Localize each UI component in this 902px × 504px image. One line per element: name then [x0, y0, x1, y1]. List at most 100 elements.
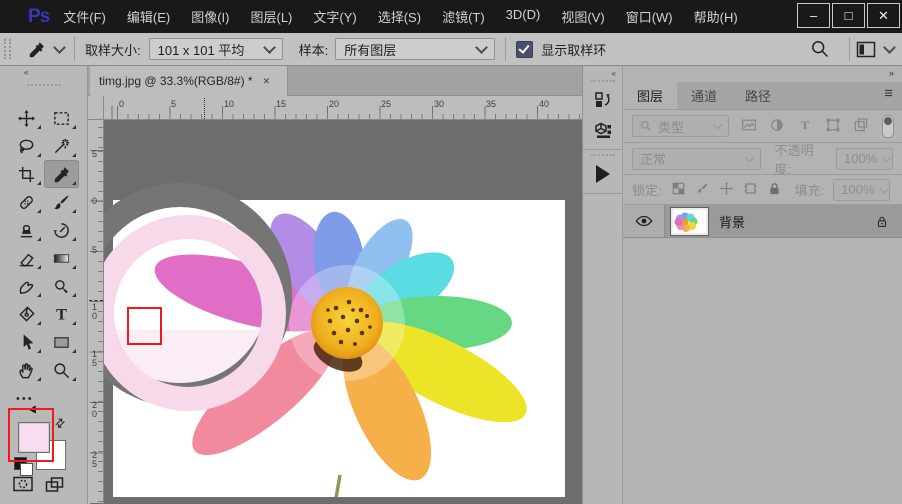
rectangular-marquee-tool[interactable]	[44, 104, 79, 132]
move-tool[interactable]	[9, 104, 44, 132]
photoshop-window: Ps 文件(F) 编辑(E) 图像(I) 图层(L) 文字(Y) 选择(S) 滤…	[0, 0, 902, 504]
filter-type-layers-icon[interactable]: T	[797, 117, 813, 136]
menu-filter[interactable]: 滤镜(T)	[442, 7, 485, 26]
tab-layers[interactable]: 图层	[623, 82, 677, 109]
filter-smart-objects-icon[interactable]	[853, 117, 869, 136]
gradient-tool[interactable]	[44, 244, 79, 272]
lock-transparency-icon[interactable]	[671, 181, 686, 199]
ruler-number: 20	[90, 401, 99, 419]
lock-position-icon[interactable]	[719, 181, 734, 199]
hand-tool[interactable]	[9, 356, 44, 384]
opacity-value: 100%	[844, 151, 877, 166]
actions-panel-icon[interactable]	[583, 159, 622, 189]
ruler-number: 5	[171, 99, 176, 109]
sample-dropdown[interactable]: 所有图层	[335, 38, 495, 60]
eraser-tool[interactable]	[9, 244, 44, 272]
3d-panel-icon[interactable]	[583, 115, 622, 145]
ruler-number: 30	[434, 99, 444, 109]
filter-adjustment-layers-icon[interactable]	[769, 117, 785, 136]
menu-edit[interactable]: 编辑(E)	[127, 7, 170, 26]
menu-layer[interactable]: 图层(L)	[250, 7, 292, 26]
history-brush-tool[interactable]	[44, 216, 79, 244]
canvas[interactable]	[104, 120, 582, 504]
svg-text:T: T	[801, 118, 809, 132]
document-tab[interactable]: timg.jpg @ 33.3%(RGB/8#) * ✕	[90, 66, 288, 96]
crop-tool[interactable]	[9, 160, 44, 188]
layer-thumbnail[interactable]	[671, 208, 708, 235]
search-icon[interactable]	[810, 39, 830, 59]
eyedropper-icon[interactable]	[27, 40, 46, 59]
tab-channels[interactable]: 通道	[677, 82, 731, 109]
zoom-tool[interactable]	[44, 356, 79, 384]
lock-all-icon[interactable]	[767, 181, 782, 199]
panel-layout-icon[interactable]	[856, 41, 876, 58]
chevron-down-icon	[263, 41, 276, 54]
show-ring-checkbox[interactable]	[516, 41, 533, 58]
shape-tool[interactable]	[44, 328, 79, 356]
ruler-number: 0	[90, 197, 99, 206]
dodge-tool[interactable]	[44, 272, 79, 300]
path-selection-tool[interactable]	[9, 328, 44, 356]
screen-mode-button[interactable]	[44, 475, 66, 495]
blend-mode-row: 正常 不透明度: 100%	[623, 143, 902, 175]
eyedropper-tool[interactable]	[44, 160, 79, 188]
layer-visibility-toggle[interactable]	[623, 205, 665, 237]
brush-tool[interactable]	[44, 188, 79, 216]
divider	[583, 193, 622, 194]
sample-size-dropdown[interactable]: 101 x 101 平均	[149, 38, 283, 60]
quick-mask-button[interactable]	[12, 474, 34, 494]
show-ring-label[interactable]: 显示取样环	[541, 40, 606, 59]
workspace-chevron-icon[interactable]	[883, 41, 896, 54]
menu-window[interactable]: 窗口(W)	[626, 7, 673, 26]
filter-toggle-icon[interactable]	[882, 115, 894, 138]
smudge-tool[interactable]	[9, 272, 44, 300]
document-tab-bar: timg.jpg @ 33.3%(RGB/8#) * ✕	[88, 66, 582, 96]
blend-mode-dropdown[interactable]: 正常	[632, 148, 761, 170]
chevron-down-icon	[713, 120, 723, 130]
separator	[74, 37, 75, 61]
lock-artboard-icon[interactable]	[743, 181, 758, 199]
expand-panels-icon[interactable]: «	[583, 66, 622, 78]
layer-name[interactable]: 背景	[719, 212, 745, 231]
menu-type[interactable]: 文字(Y)	[313, 7, 356, 26]
filter-pixel-layers-icon[interactable]	[741, 117, 757, 136]
menu-3d[interactable]: 3D(D)	[506, 7, 541, 26]
pen-tool[interactable]	[9, 300, 44, 328]
sample-label: 样本:	[299, 40, 329, 59]
tab-paths[interactable]: 路径	[731, 82, 785, 109]
eye-icon	[635, 214, 653, 228]
menu-image[interactable]: 图像(I)	[191, 7, 229, 26]
separator	[849, 37, 850, 61]
swap-colors-icon[interactable]: ⇄	[52, 414, 69, 431]
horizontal-ruler: 0 5 10 15 20 25 30 35 40	[104, 96, 582, 120]
clone-stamp-tool[interactable]	[9, 216, 44, 244]
sample-size-label: 取样大小:	[85, 40, 141, 59]
lock-pixels-icon[interactable]	[695, 181, 710, 199]
type-tool[interactable]: T	[44, 300, 79, 328]
menu-view[interactable]: 视图(V)	[561, 7, 604, 26]
photoshop-logo: Ps	[28, 6, 49, 28]
lasso-tool[interactable]	[9, 132, 44, 160]
tool-preset-chevron-icon[interactable]	[53, 41, 66, 54]
filter-type-dropdown[interactable]: 类型	[632, 115, 729, 137]
collapse-panels-icon[interactable]: »	[889, 68, 894, 78]
toolbar-collapse-icon[interactable]: «	[0, 66, 87, 82]
spot-healing-tool[interactable]	[9, 188, 44, 216]
options-grip[interactable]	[4, 39, 11, 59]
close-button[interactable]: ✕	[867, 3, 900, 28]
layer-row-background[interactable]: 背景	[623, 205, 902, 238]
tab-close-icon[interactable]: ✕	[263, 76, 271, 87]
panel-menu-icon[interactable]: ≡	[884, 85, 893, 102]
menu-select[interactable]: 选择(S)	[378, 7, 421, 26]
minimize-button[interactable]: –	[797, 3, 830, 28]
menu-file[interactable]: 文件(F)	[63, 7, 106, 26]
opacity-dropdown[interactable]: 100%	[836, 148, 893, 170]
menu-help[interactable]: 帮助(H)	[694, 7, 738, 26]
filter-shape-layers-icon[interactable]	[825, 117, 841, 136]
toolbar-grip[interactable]	[27, 84, 61, 89]
maximize-button[interactable]: □	[832, 3, 865, 28]
fill-dropdown[interactable]: 100%	[833, 179, 890, 201]
magic-wand-tool[interactable]	[44, 132, 79, 160]
history-panel-icon[interactable]	[583, 85, 622, 115]
ruler-corner	[88, 96, 104, 120]
